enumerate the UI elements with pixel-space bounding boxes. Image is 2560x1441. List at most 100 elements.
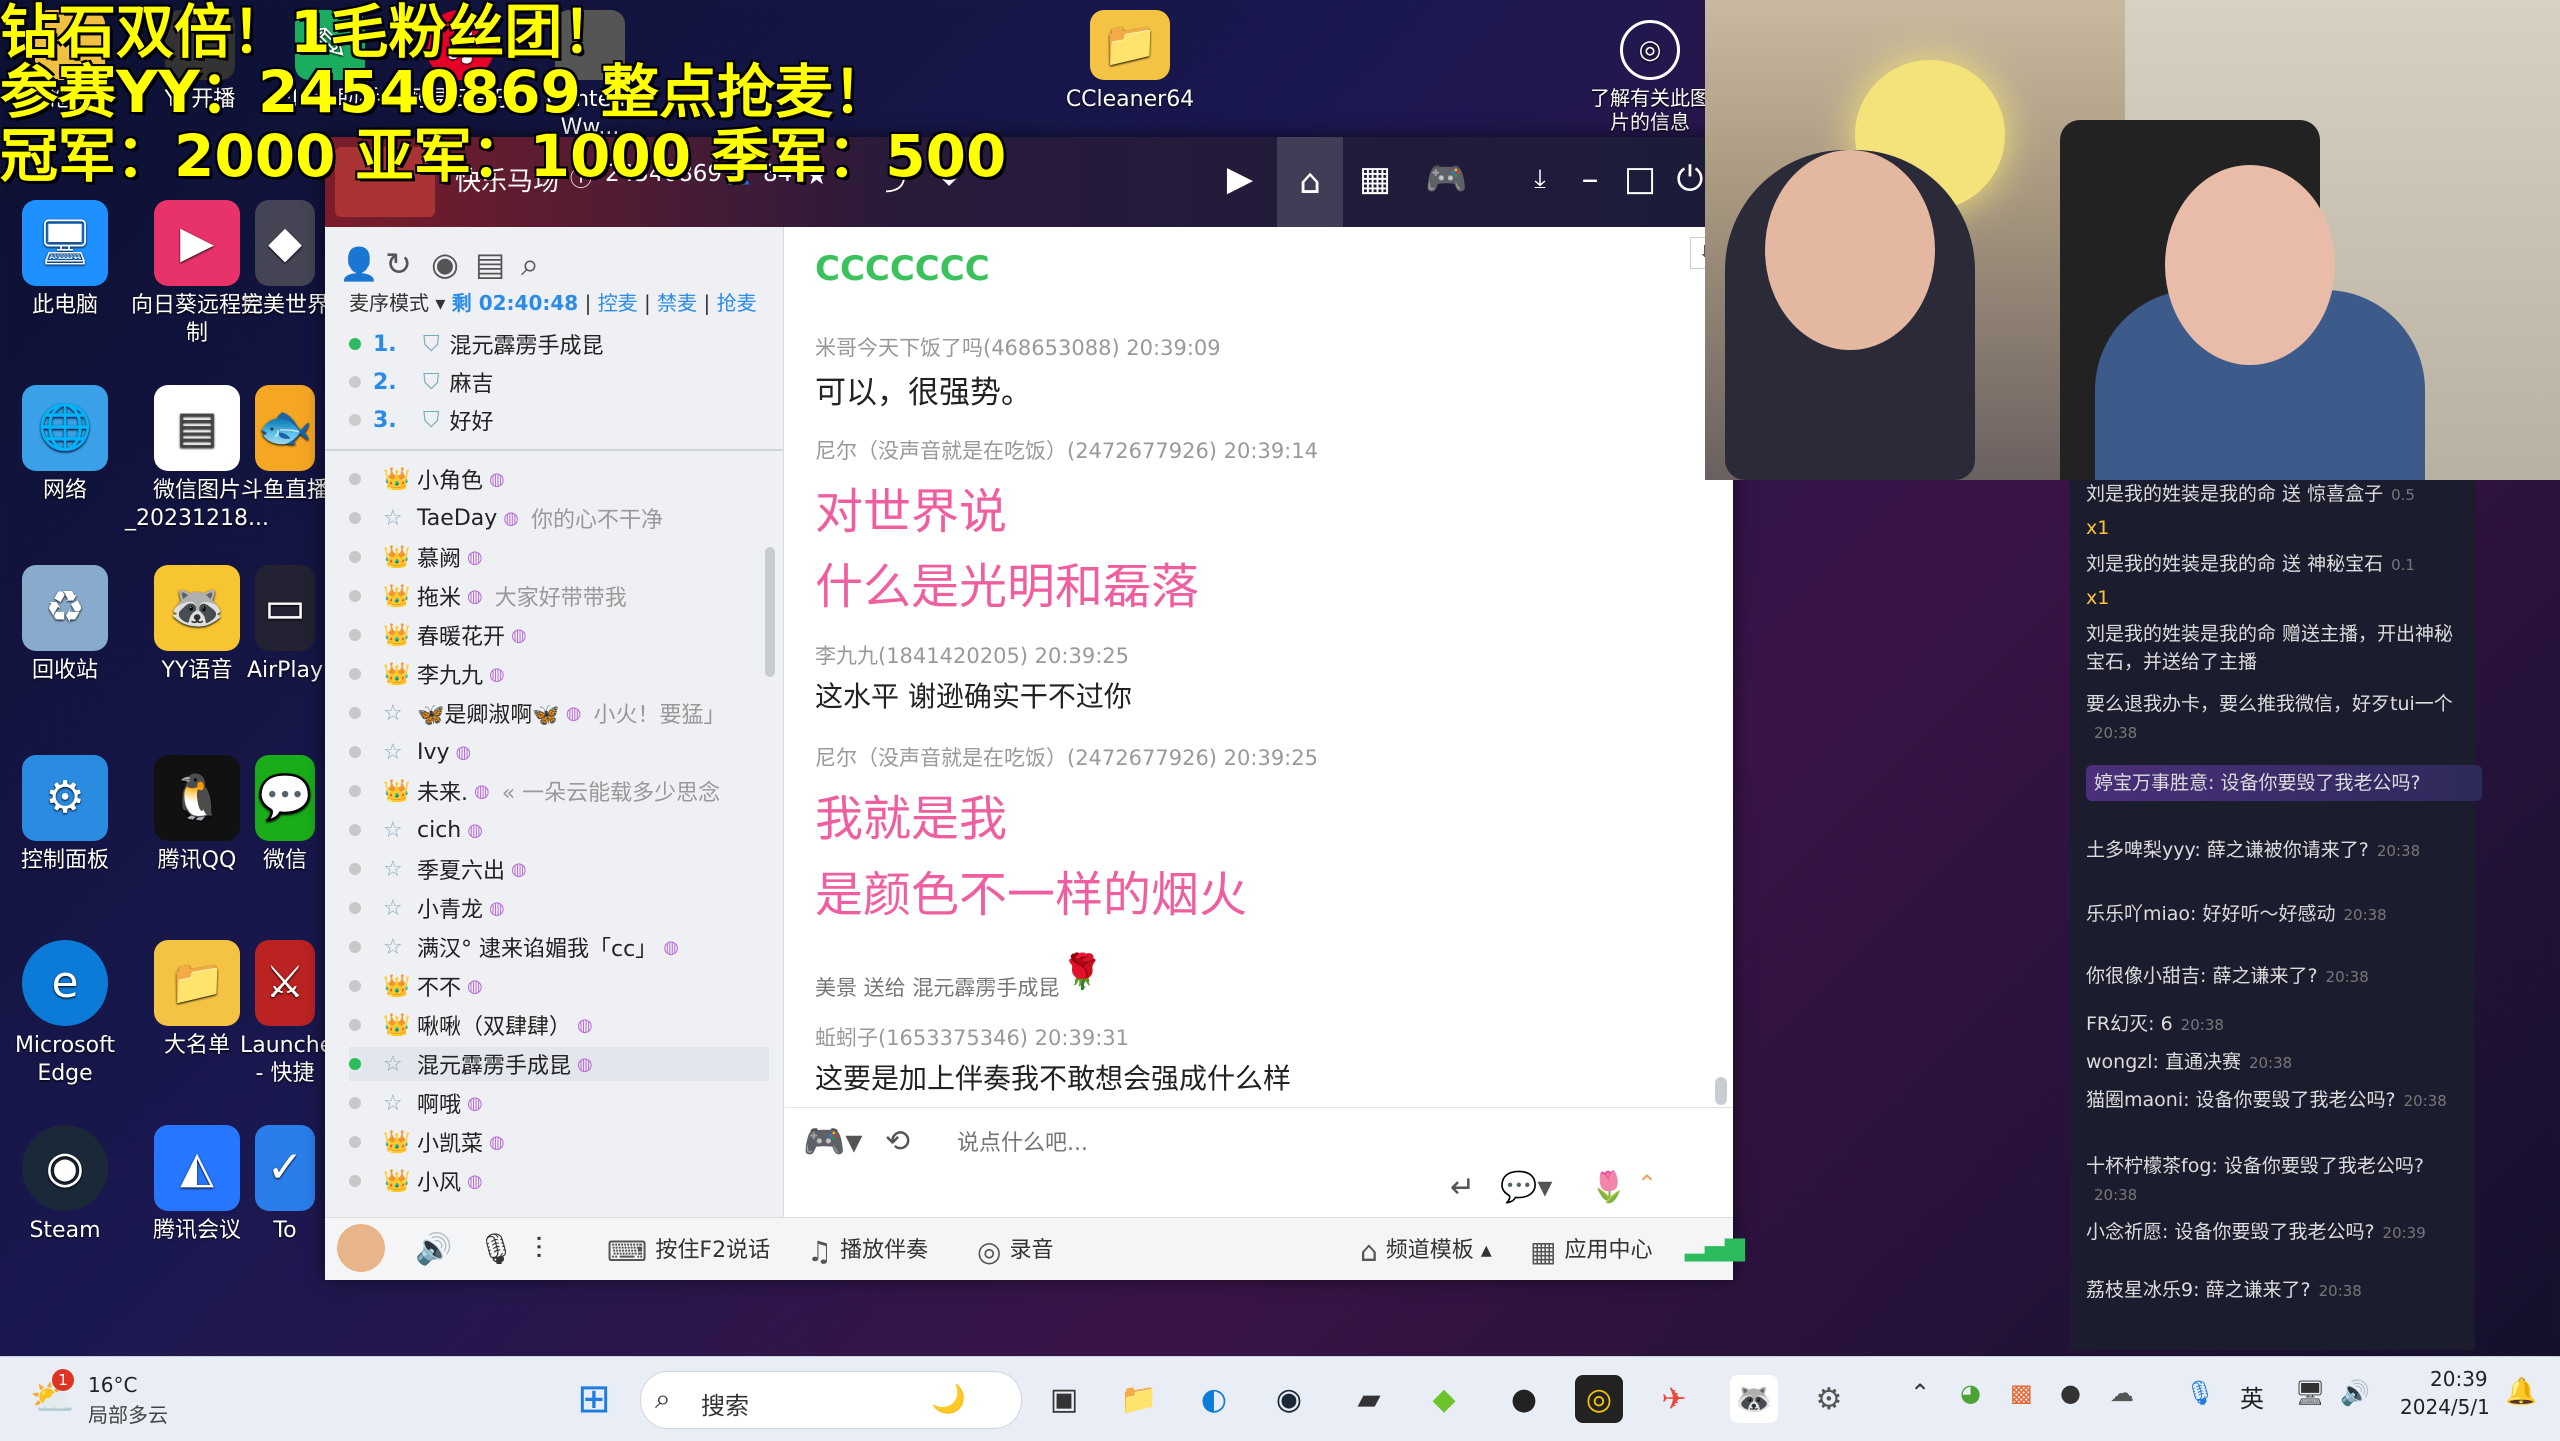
user-list-item[interactable]: ☆ 啊哦 ◍ (349, 1086, 769, 1120)
tray-app-icon[interactable]: ▩ (2010, 1379, 2033, 1407)
feishu-icon[interactable]: ✈ (1650, 1375, 1698, 1423)
volume-icon[interactable]: 🔊 (2340, 1379, 2370, 1407)
app-center-button[interactable]: ▦ 应用中心 (1530, 1232, 1652, 1268)
desktop-icon-this-pc[interactable]: 🖥 此电脑 (0, 200, 140, 320)
user-list-item[interactable]: 👑 啾啾（双肆肆） ◍ (349, 1008, 769, 1042)
comment-text: x1 (2086, 587, 2110, 609)
desktop-icon-control-panel[interactable]: ⚙ 控制面板 (0, 755, 140, 875)
app-green-icon[interactable]: ◆ (1420, 1375, 1468, 1423)
user-list-item[interactable]: 👑 拖米 ◍ 大家好带带我 (349, 579, 769, 613)
search-icon[interactable]: ⌕ (521, 245, 539, 284)
desktop-icon-ccleaner[interactable]: 📁 CCleaner64 (1055, 10, 1205, 114)
notes-icon[interactable]: ▤ (475, 245, 505, 283)
user-list-item[interactable]: ☆ cich ◍ (349, 813, 769, 847)
desktop-icon-recycle-bin[interactable]: ♻ 回收站 (0, 565, 140, 685)
mode-select[interactable]: 麦序模式 (349, 291, 429, 315)
home-icon[interactable]: ⌂ (1277, 137, 1343, 227)
desktop-icon-wechat[interactable]: 💬 微信 (240, 755, 330, 875)
user-list-scrollbar[interactable] (765, 547, 775, 677)
minimize-icon[interactable]: – (1570, 157, 1610, 201)
accompany-button[interactable]: ♫ 播放伴奏 (807, 1232, 928, 1268)
steam-icon[interactable]: ◉ (1265, 1375, 1313, 1423)
clock-time[interactable]: 20:39 (2430, 1367, 2488, 1391)
channel-template-button[interactable]: ⌂ 频道模板 ▴ (1360, 1232, 1492, 1268)
user-list-item[interactable]: 👑 小风 ◍ (349, 1164, 769, 1198)
queue-item[interactable]: 3. ⛉ 好好 (349, 403, 494, 437)
ime-indicator[interactable]: 英 (2240, 1379, 2264, 1414)
user-list-item[interactable]: 👑 李九九 ◍ (349, 657, 769, 691)
mic-icon[interactable]: 🎙 (477, 1232, 515, 1267)
network-icon[interactable]: 🖥 (2295, 1379, 2325, 1407)
tray-app-icon[interactable]: ◕ (1960, 1379, 1981, 1407)
user-list-item[interactable]: 👑 慕阙 ◍ (349, 540, 769, 574)
capture-icon[interactable]: ◎ (1575, 1375, 1623, 1423)
desktop-icon-steam[interactable]: ◉ Steam (0, 1125, 140, 1245)
equalizer-icon[interactable]: ⫶ (535, 1232, 543, 1267)
expand-icon[interactable]: ⌃ (1637, 1170, 1657, 1198)
flower-icon[interactable]: 🌷 (1590, 1170, 1627, 1205)
user-list-item[interactable]: ☆ 季夏六出 ◍ (349, 852, 769, 886)
queue-item[interactable]: 1. ⛉ 混元霹雳手成昆 (349, 327, 604, 361)
tray-chevron-icon[interactable]: ⌃ (1910, 1379, 1930, 1407)
notification-bell-icon[interactable]: 🔔 (2505, 1377, 2537, 1407)
desktop-icon-airplay[interactable]: ▭ AirPlay (240, 565, 330, 685)
task-view-icon[interactable]: ▣ (1040, 1375, 1088, 1423)
desktop-icon-todo[interactable]: ✓ To (240, 1125, 330, 1245)
user-list-item[interactable]: ☆ Ivy ◍ (349, 735, 769, 769)
user-list-item[interactable]: 👑 未来. ◍ « 一朵云能载多少思念 (349, 774, 769, 808)
chat-scrollbar[interactable] (1715, 1077, 1727, 1105)
user-list-item[interactable]: ☆ 🦋是卿淑啊🦋 ◍ 小火！要猛」 (349, 696, 769, 730)
user-list-item[interactable]: 👑 春暖花开 ◍ (349, 618, 769, 652)
video-icon[interactable]: ▶ (1220, 157, 1260, 201)
obs-icon[interactable]: ● (1500, 1375, 1548, 1423)
user-signature: 你的心不干净 (530, 508, 663, 533)
taskbar-search[interactable]: ⌕ 搜索 🌙 (640, 1371, 1022, 1429)
speaker-icon[interactable]: 🔊 (415, 1232, 452, 1267)
location-icon[interactable]: ◉ (431, 245, 459, 283)
desktop-icon-launcher[interactable]: ⚔ Launcher - 快捷 (240, 940, 330, 1088)
chat-input[interactable] (955, 1124, 1519, 1162)
send-icon[interactable]: ↵ (1450, 1170, 1475, 1205)
game-icon[interactable]: 🎮▾ (803, 1122, 862, 1162)
user-list-item[interactable]: 👑 小凯菜 ◍ (349, 1125, 769, 1159)
user-icon[interactable]: 👤 (339, 245, 379, 283)
comment-line: 刘是我的姓装是我的命 送 惊喜盒子 0.5 (2086, 480, 2466, 509)
settings-icon[interactable]: ⚙ (1805, 1375, 1853, 1423)
desktop-icon-edge[interactable]: e Microsoft Edge (0, 940, 140, 1088)
clock-date[interactable]: 2024/5/1 (2400, 1395, 2490, 1419)
user-list-item[interactable]: 👑 不不 ◍ (349, 969, 769, 1003)
collapse-icon[interactable]: ⤓ (1520, 157, 1560, 201)
file-explorer-icon[interactable]: 📁 (1115, 1375, 1163, 1423)
media-icon[interactable]: ▰ (1345, 1375, 1393, 1423)
power-icon[interactable]: ⏻ (1670, 157, 1710, 201)
mic-icon[interactable]: 🎙 (2185, 1379, 2215, 1407)
translate-icon[interactable]: ⟲ (885, 1124, 910, 1159)
tray-app-icon[interactable]: ● (2060, 1379, 2081, 1407)
avatar[interactable] (337, 1224, 385, 1272)
user-list-item[interactable]: 👑 小角色 ◍ (349, 462, 769, 496)
board-icon[interactable]: ▦ (1355, 157, 1395, 201)
ban-mic-link[interactable]: 禁麦 (657, 291, 697, 315)
yy-taskbar-icon[interactable]: 🦝 (1730, 1375, 1778, 1423)
game-icon[interactable]: 🎮 (1425, 157, 1467, 201)
record-button[interactable]: ◎ 录音 (977, 1232, 1053, 1268)
emoji-icon[interactable]: 💬▾ (1500, 1170, 1552, 1205)
edge-icon[interactable]: ◐ (1190, 1375, 1238, 1423)
user-list-item[interactable]: ☆ 混元霹雳手成昆 ◍ (349, 1047, 769, 1081)
grab-mic-link[interactable]: 抢麦 (717, 291, 757, 315)
desktop-icon-douyu[interactable]: 🐟 斗鱼直播 (240, 385, 330, 505)
desktop-learn-more[interactable]: ◎ 了解有关此图片的信息 (1590, 20, 1710, 134)
desktop-icon-perfect-world[interactable]: ◆ 完美世界 (240, 200, 330, 320)
desktop-icon-network[interactable]: 🌐 网络 (0, 385, 140, 505)
onedrive-icon[interactable]: ☁ (2110, 1379, 2134, 1407)
maximize-icon[interactable]: □ (1620, 157, 1660, 201)
f2-talk-button[interactable]: ⌨ 按住F2说话 (607, 1232, 770, 1268)
user-list-item[interactable]: ☆ TaeDay ◍ 你的心不干净 (349, 501, 769, 535)
control-mic-link[interactable]: 控麦 (598, 291, 638, 315)
history-icon[interactable]: ↻ (385, 245, 412, 283)
start-button[interactable]: ⊞ (570, 1375, 618, 1423)
user-list-item[interactable]: ☆ 小青龙 ◍ (349, 891, 769, 925)
user-list-item[interactable]: ☆ 满汉° 逮来谄媚我「cc」 ◍ (349, 930, 769, 964)
queue-item[interactable]: 2. ⛉ 麻吉 (349, 365, 494, 399)
weather-widget[interactable]: ⛅ 1 16°C 局部多云 (30, 1369, 190, 1429)
